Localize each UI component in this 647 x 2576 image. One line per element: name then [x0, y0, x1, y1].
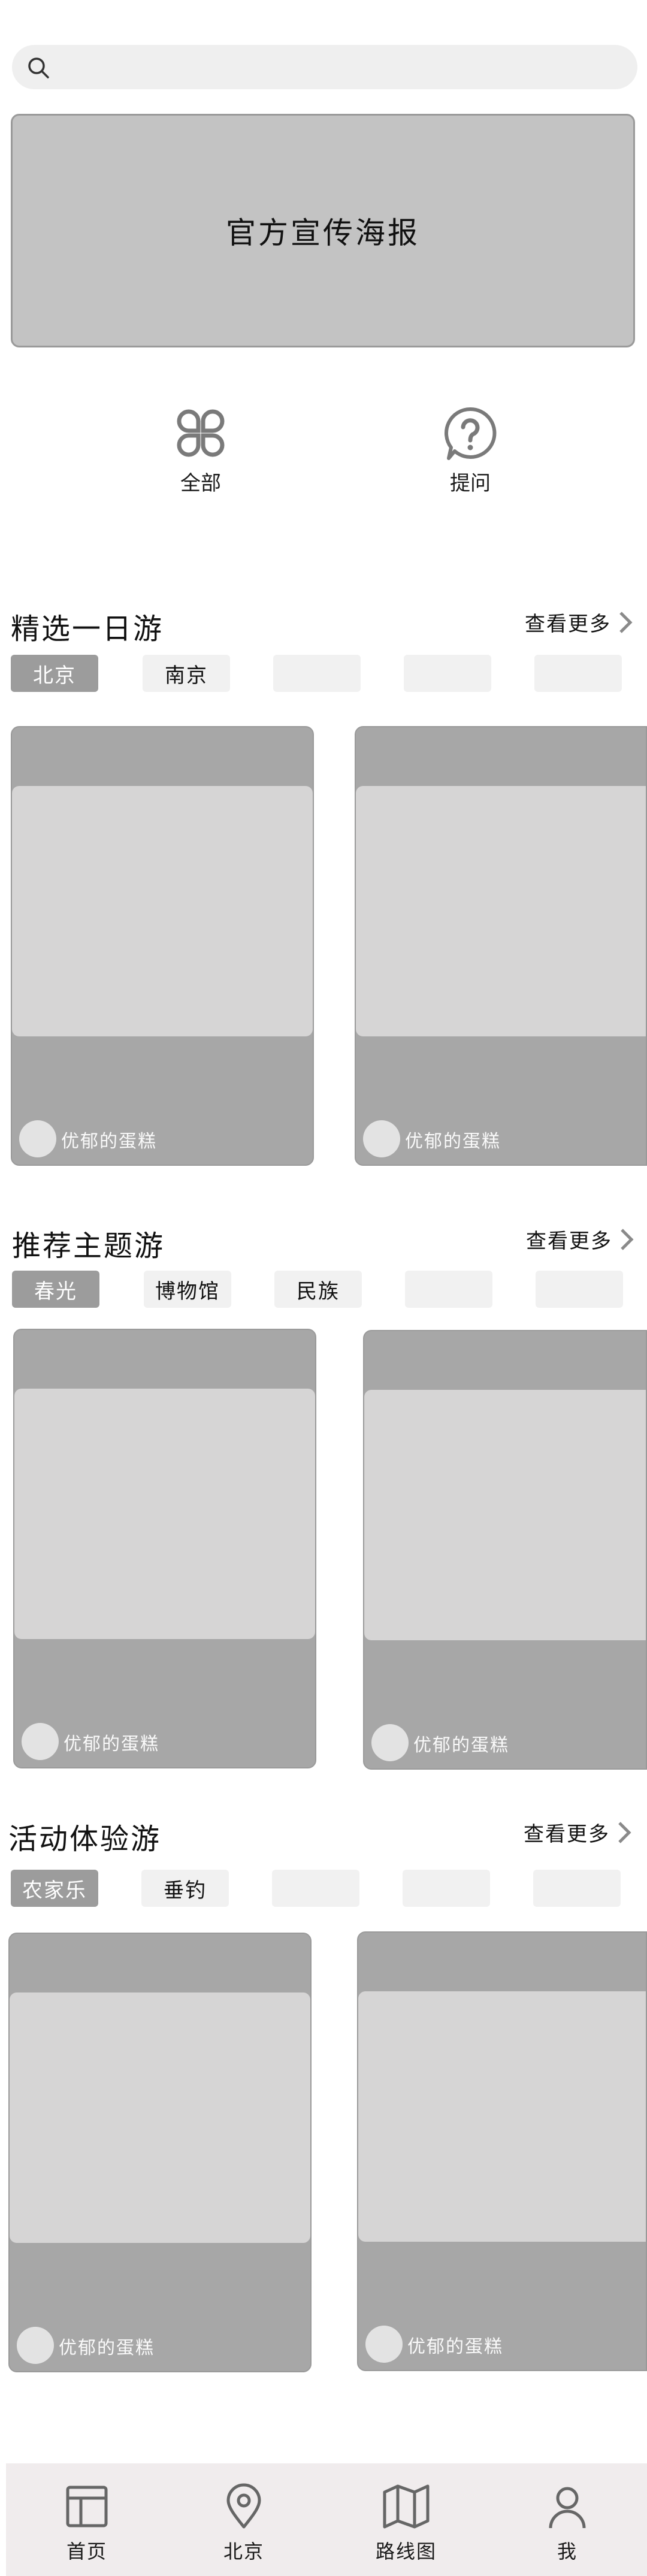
tour-card[interactable]: 优郁的蛋糕: [13, 1329, 316, 1768]
avatar: [365, 2326, 403, 2363]
view-more-label: 查看更多: [526, 1229, 612, 1253]
tag-nanjing[interactable]: 南京: [143, 655, 230, 692]
question-icon: [445, 407, 497, 460]
user-icon: [549, 2487, 586, 2529]
search-icon: [26, 56, 50, 80]
tour-card[interactable]: 优郁的蛋糕: [11, 726, 314, 1166]
card-author: 优郁的蛋糕: [64, 1734, 159, 1755]
grid-icon: [177, 409, 225, 457]
nav-route-map[interactable]: 路线图: [358, 2483, 454, 2564]
card-author: 优郁的蛋糕: [59, 2338, 155, 2359]
tour-card[interactable]: 优郁的蛋糕: [8, 1933, 312, 2372]
tag-ethnic[interactable]: 民族: [274, 1271, 362, 1308]
tag-placeholder[interactable]: [272, 1870, 359, 1907]
nav-home[interactable]: 首页: [39, 2483, 135, 2564]
chevron-right-icon: [621, 1228, 634, 1250]
card-author: 优郁的蛋糕: [407, 2336, 503, 2357]
card-author: 优郁的蛋糕: [405, 1131, 501, 1152]
nav-me[interactable]: 我: [519, 2483, 615, 2564]
tour-card[interactable]: 优郁的蛋糕: [363, 1330, 647, 1770]
section-title: 活动体验游: [8, 1822, 162, 1856]
card-image: [12, 786, 313, 1036]
tag-spring[interactable]: 春光: [12, 1271, 99, 1308]
nav-label: 北京: [223, 2540, 264, 2563]
nav-label: 路线图: [375, 2540, 437, 2563]
card-image: [356, 786, 646, 1036]
map-icon: [383, 2484, 430, 2529]
quick-link-all[interactable]: 全部: [153, 404, 249, 496]
nav-label: 我: [557, 2540, 578, 2563]
chevron-right-icon: [619, 611, 633, 633]
section-title: 推荐主题游: [12, 1229, 165, 1263]
promo-banner[interactable]: 官方宣传海报: [11, 114, 635, 347]
search-input[interactable]: [60, 51, 625, 84]
tag-placeholder[interactable]: [536, 1271, 623, 1308]
tag-fishing[interactable]: 垂钓: [141, 1870, 229, 1907]
bottom-nav: 首页 北京 路线图 我: [6, 2463, 647, 2576]
quick-link-label: 全部: [180, 471, 221, 495]
tour-card[interactable]: 优郁的蛋糕: [355, 726, 647, 1166]
banner-text: 官方宣传海报: [226, 216, 420, 250]
tag-placeholder[interactable]: [534, 655, 622, 692]
home-layout-icon: [66, 2486, 108, 2527]
tag-farm-stay[interactable]: 农家乐: [11, 1870, 98, 1907]
tag-beijing[interactable]: 北京: [11, 655, 98, 692]
card-image: [10, 1993, 310, 2243]
card-image: [364, 1390, 646, 1640]
card-image: [14, 1389, 315, 1639]
section-title: 精选一日游: [11, 612, 164, 646]
quick-link-ask[interactable]: 提问: [422, 404, 518, 496]
avatar: [17, 2327, 54, 2364]
tag-placeholder[interactable]: [533, 1870, 621, 1907]
view-more-link[interactable]: 查看更多: [525, 607, 633, 637]
search-bar[interactable]: [12, 45, 637, 89]
chevron-right-icon: [618, 1821, 631, 1843]
avatar: [22, 1723, 59, 1760]
location-pin-icon: [226, 2483, 261, 2529]
tag-placeholder[interactable]: [273, 655, 361, 692]
tour-card[interactable]: 优郁的蛋糕: [357, 1931, 647, 2371]
card-author: 优郁的蛋糕: [61, 1131, 157, 1152]
avatar: [363, 1120, 400, 1157]
avatar: [371, 1724, 409, 1761]
nav-label: 首页: [66, 2540, 107, 2563]
nav-city[interactable]: 北京: [196, 2483, 292, 2564]
card-author: 优郁的蛋糕: [413, 1735, 509, 1756]
view-more-link[interactable]: 查看更多: [524, 1818, 631, 1847]
avatar: [19, 1120, 56, 1157]
tag-placeholder[interactable]: [404, 655, 491, 692]
view-more-label: 查看更多: [524, 1822, 610, 1846]
tag-placeholder[interactable]: [405, 1271, 492, 1308]
tag-museum[interactable]: 博物馆: [144, 1271, 231, 1308]
tag-placeholder[interactable]: [403, 1870, 490, 1907]
view-more-label: 查看更多: [525, 612, 611, 636]
quick-link-label: 提问: [450, 471, 491, 495]
view-more-link[interactable]: 查看更多: [526, 1224, 634, 1254]
card-image: [358, 1991, 646, 2242]
